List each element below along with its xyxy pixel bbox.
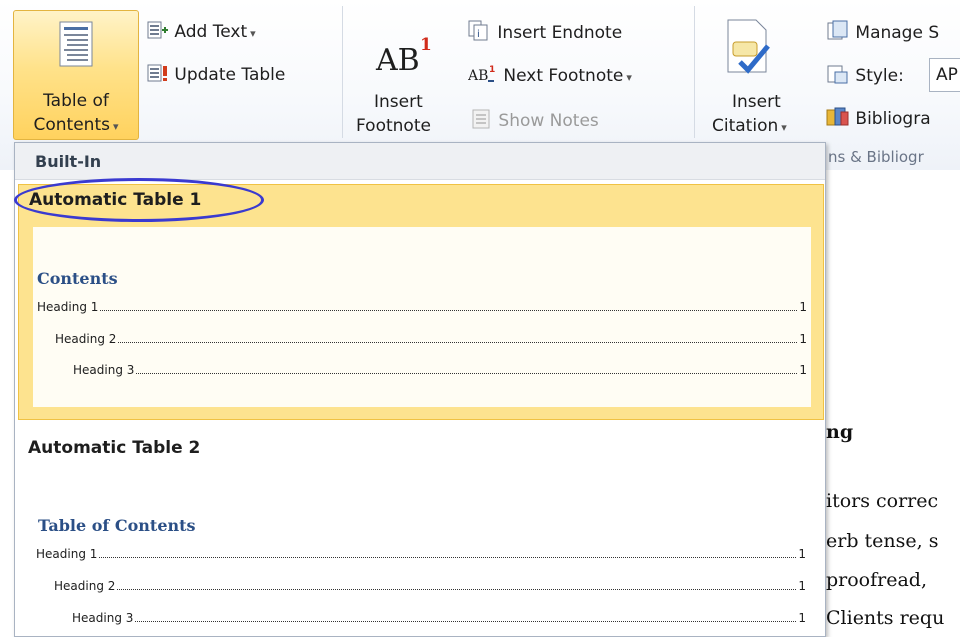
toc-entry-text: Heading 1 — [37, 300, 99, 314]
insert-endnote-icon: i — [468, 20, 488, 41]
group-label-citations-bibliography: ns & Bibliogr — [828, 148, 924, 166]
bibliography-button[interactable]: Bibliogra — [826, 106, 931, 129]
style-label: Style: — [855, 66, 904, 86]
toc-entry-page: 1 — [798, 547, 806, 561]
toc-leader-dots — [100, 309, 798, 311]
document-heading-fragment: ng — [826, 421, 854, 443]
insert-footnote-button[interactable]: AB 1 Insert Footnote — [352, 14, 464, 142]
insert-footnote-label-line1: Insert — [374, 92, 423, 112]
footnote-icon: AB 1 — [375, 35, 432, 76]
insert-endnote-label: Insert Endnote — [497, 23, 623, 43]
chevron-down-icon: ▾ — [781, 121, 787, 134]
document-text-line: erb tense, s — [826, 530, 939, 552]
toc-entry-page: 1 — [799, 363, 807, 377]
gallery-item-automatic-table-2[interactable]: Automatic Table 2 Table of Contents Head… — [18, 430, 824, 636]
toc-preview-entry: Heading 2 1 — [54, 577, 806, 593]
next-footnote-label: Next Footnote — [503, 66, 624, 86]
chevron-down-icon: ▾ — [626, 71, 632, 84]
chevron-down-icon: ▾ — [112, 120, 119, 133]
toc-button-label-line1: Table of — [43, 91, 109, 111]
citation-style-control: Style: — [826, 63, 904, 86]
ribbon-separator — [694, 6, 695, 138]
toc-preview-entry: Heading 1 1 — [37, 298, 807, 314]
toc-preview-heading: Table of Contents — [38, 516, 196, 535]
add-text-icon — [147, 21, 168, 39]
gallery-item-title: Automatic Table 2 — [28, 438, 201, 458]
document-text-line: itors correc — [826, 490, 939, 512]
gallery-section-header: Built-In — [15, 143, 825, 180]
document-page — [826, 170, 960, 637]
toc-leader-dots — [117, 588, 797, 590]
toc-leader-dots — [99, 556, 797, 558]
insert-citation-icon — [727, 19, 770, 74]
show-notes-button[interactable]: Show Notes — [471, 108, 599, 131]
manage-sources-label: Manage S — [855, 23, 940, 43]
insert-citation-button[interactable]: Insert Citation ▾ — [702, 14, 814, 142]
svg-text:i: i — [477, 29, 480, 40]
toc-entry-page: 1 — [798, 579, 806, 593]
bibliography-label: Bibliogra — [855, 109, 931, 129]
toc-entry-page: 1 — [799, 300, 807, 314]
bibliography-icon — [826, 107, 849, 126]
toc-preview-entry: Heading 3 1 — [72, 609, 806, 625]
toc-preview-heading: Contents — [37, 269, 118, 288]
update-table-icon — [147, 64, 167, 82]
style-select-value: AP — [936, 65, 958, 85]
toc-leader-dots — [135, 620, 797, 622]
show-notes-label: Show Notes — [498, 111, 599, 131]
toc-entry-page: 1 — [798, 611, 806, 625]
show-notes-icon — [472, 109, 490, 129]
svg-text:AB: AB — [375, 43, 420, 76]
manage-sources-button[interactable]: Manage S — [826, 20, 939, 43]
toc-entry-text: Heading 2 — [54, 579, 116, 593]
toc-entry-text: Heading 3 — [73, 363, 135, 377]
table-of-contents-icon — [59, 21, 93, 67]
add-text-button[interactable]: Add Text ▾ — [147, 20, 256, 42]
toc-entry-text: Heading 1 — [36, 547, 98, 561]
svg-text:1: 1 — [489, 65, 495, 75]
manage-sources-icon — [827, 20, 848, 40]
toc-entry-text: Heading 2 — [55, 332, 117, 346]
update-table-button[interactable]: Update Table — [147, 63, 285, 85]
toc-entry-page: 1 — [799, 332, 807, 346]
toc-leader-dots — [136, 372, 798, 374]
insert-citation-label-line1: Insert — [732, 92, 781, 112]
insert-citation-label-line2: Citation ▾ — [712, 116, 787, 136]
insert-endnote-button[interactable]: i Insert Endnote — [468, 20, 622, 43]
annotation-circle — [14, 178, 264, 222]
add-text-label: Add Text — [174, 22, 248, 42]
toc-button-label-line2: Contents ▾ — [33, 115, 119, 135]
gallery-section-title: Built-In — [35, 152, 102, 171]
toc-entry-text: Heading 3 — [72, 611, 134, 625]
ribbon-separator — [342, 6, 343, 138]
next-footnote-icon: AB 1 — [467, 65, 495, 84]
document-text-line: proofread, — [826, 569, 928, 591]
toc-preview-entry: Heading 2 1 — [55, 330, 807, 346]
svg-text:AB: AB — [468, 68, 488, 84]
update-table-label: Update Table — [174, 65, 286, 85]
toc-preview-entry: Heading 3 1 — [73, 361, 807, 377]
style-icon — [827, 65, 848, 84]
insert-footnote-label-line2: Footnote — [356, 116, 431, 136]
svg-text:1: 1 — [420, 35, 432, 55]
next-footnote-button[interactable]: AB 1 Next Footnote ▾ — [467, 63, 632, 86]
table-of-contents-button[interactable]: Table of Contents ▾ — [13, 10, 139, 140]
document-text-line: Clients requ — [826, 607, 945, 629]
toc-leader-dots — [118, 341, 798, 343]
toc-preview: Contents Heading 1 1 Heading 2 1 Heading 3… — [33, 227, 811, 407]
citation-style-select[interactable]: AP — [929, 58, 960, 92]
chevron-down-icon: ▾ — [250, 27, 256, 40]
toc-preview-entry: Heading 1 1 — [36, 545, 806, 561]
